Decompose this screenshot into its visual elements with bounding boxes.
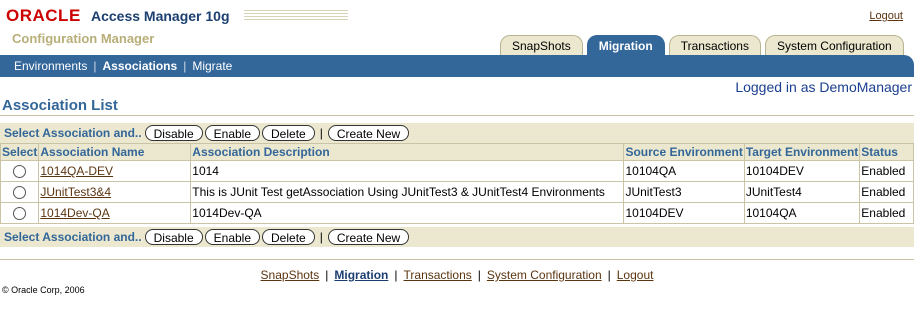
tab-migration[interactable]: Migration [586, 35, 665, 55]
footer-link-transactions[interactable]: Transactions [404, 268, 472, 282]
col-association-name: Association Name [38, 143, 192, 161]
create-new-button[interactable]: Create New [327, 229, 410, 245]
row-select-cell [0, 160, 40, 182]
page-title: Association List [2, 97, 118, 114]
footer-separator: | [607, 268, 611, 282]
table-row: 1014QA-DEV 1014 10104QA 10104DEV Enabled [0, 160, 914, 182]
association-description: 1014 [190, 160, 625, 182]
status: Enabled [859, 202, 914, 224]
delete-button[interactable]: Delete [262, 229, 315, 245]
copyright: © Oracle Corp, 2006 [2, 285, 85, 295]
tab-snapshots[interactable]: SnapShots [500, 35, 583, 55]
col-status: Status [859, 143, 914, 161]
disable-button[interactable]: Disable [144, 125, 203, 141]
enable-button[interactable]: Enable [204, 229, 261, 245]
source-environment: 10104QA [623, 160, 745, 182]
logged-in-status: Logged in as DemoManager [735, 79, 912, 95]
create-new-button[interactable]: Create New [327, 125, 410, 141]
logout-link[interactable]: Logout [869, 10, 903, 22]
row-select-cell [0, 181, 40, 203]
app-subtitle: Configuration Manager [12, 31, 155, 46]
col-association-description: Association Description [190, 143, 625, 161]
footer-link-system-configuration[interactable]: System Configuration [487, 268, 602, 282]
footer-link-snapshots[interactable]: SnapShots [261, 268, 320, 282]
target-environment: JUnitTest4 [743, 181, 861, 203]
product-name: Access Manager 10g [91, 8, 230, 24]
subnav-bar: Environments | Associations | Migrate [0, 55, 914, 77]
tab-system-configuration[interactable]: System Configuration [764, 35, 904, 55]
action-bar-bottom: Select Association and.. Disable Enable … [0, 227, 914, 247]
enable-button[interactable]: Enable [204, 125, 261, 141]
footer-link-logout[interactable]: Logout [617, 268, 654, 282]
association-name-link[interactable]: 1014Dev-QA [40, 206, 109, 220]
table-header-row: Select Association Name Association Desc… [0, 143, 914, 161]
action-label: Select Association and.. [4, 126, 142, 140]
table-row: JUnitTest3&4 This is JUnit Test getAssoc… [0, 181, 914, 203]
association-description: This is JUnit Test getAssociation Using … [190, 181, 625, 203]
source-environment: 10104DEV [623, 202, 745, 224]
association-table: Select Association Name Association Desc… [0, 143, 914, 224]
association-name-cell: 1014Dev-QA [38, 202, 192, 224]
status: Enabled [859, 181, 914, 203]
col-select: Select [0, 143, 40, 161]
col-source-environment: Source Environment [623, 143, 745, 161]
subnav-migrate[interactable]: Migrate [192, 59, 232, 73]
button-separator: | [319, 126, 323, 140]
footer-separator: | [325, 268, 329, 282]
footer-divider [0, 259, 914, 260]
footer-link-migration[interactable]: Migration [334, 268, 388, 282]
target-environment: 10104DEV [743, 160, 861, 182]
subnav-associations[interactable]: Associations [103, 59, 178, 73]
row-select-radio[interactable] [13, 207, 27, 221]
subnav-separator: | [183, 59, 187, 73]
tab-transactions[interactable]: Transactions [668, 35, 761, 55]
header-decoration [244, 8, 348, 20]
association-name-link[interactable]: 1014QA-DEV [40, 164, 113, 178]
divider [0, 115, 914, 116]
subnav-environments[interactable]: Environments [14, 59, 87, 73]
action-label: Select Association and.. [4, 230, 142, 244]
footer-separator: | [394, 268, 398, 282]
subnav-separator: | [93, 59, 97, 73]
row-select-radio[interactable] [13, 186, 27, 200]
association-name-cell: JUnitTest3&4 [38, 181, 192, 203]
association-name-link[interactable]: JUnitTest3&4 [40, 185, 111, 199]
row-select-cell [0, 202, 40, 224]
footer-separator: | [477, 268, 481, 282]
oracle-logo: ORACLE [6, 6, 81, 25]
col-target-environment: Target Environment [743, 143, 861, 161]
main-tabs: SnapShots Migration Transactions System … [500, 35, 904, 55]
disable-button[interactable]: Disable [144, 229, 203, 245]
delete-button[interactable]: Delete [262, 125, 315, 141]
association-description: 1014Dev-QA [190, 202, 625, 224]
status: Enabled [859, 160, 914, 182]
association-name-cell: 1014QA-DEV [38, 160, 192, 182]
source-environment: JUnitTest3 [623, 181, 745, 203]
action-bar-top: Select Association and.. Disable Enable … [0, 123, 914, 143]
row-select-radio[interactable] [13, 165, 27, 179]
button-separator: | [319, 230, 323, 244]
table-row: 1014Dev-QA 1014Dev-QA 10104DEV 10104QA E… [0, 202, 914, 224]
target-environment: 10104QA [743, 202, 861, 224]
footer-nav: SnapShots | Migration | Transactions | System … [0, 268, 914, 282]
